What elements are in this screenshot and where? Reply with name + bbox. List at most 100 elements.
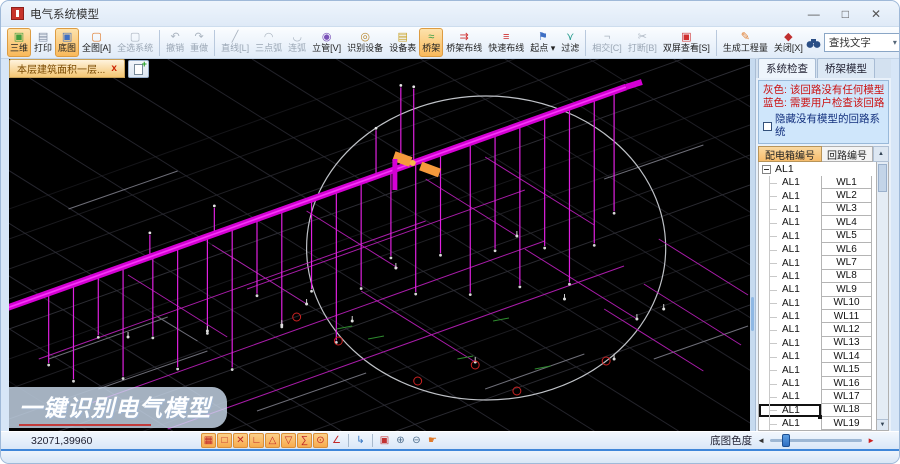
toolbar-button-start-point[interactable]: ⚑起点 ▾ bbox=[527, 28, 558, 57]
circuit-cell[interactable]: WL15 bbox=[821, 363, 872, 376]
circuit-cell[interactable]: WL12 bbox=[821, 323, 872, 336]
circuit-cell[interactable]: WL11 bbox=[821, 310, 872, 323]
table-scrollbar[interactable]: ▼ bbox=[876, 162, 888, 430]
circuit-cell[interactable]: WL6 bbox=[821, 243, 872, 256]
circuit-cell[interactable]: WL16 bbox=[821, 377, 872, 390]
checkbox-icon[interactable] bbox=[763, 122, 772, 131]
table-row[interactable]: AL1WL15 bbox=[759, 363, 876, 376]
box-cell[interactable]: AL1 bbox=[759, 270, 821, 283]
box-cell[interactable]: AL1 bbox=[759, 176, 821, 189]
center-snap-icon[interactable]: ⊙ bbox=[313, 433, 328, 448]
table-row[interactable]: AL1WL2 bbox=[759, 189, 876, 202]
table-row[interactable]: AL1WL8 bbox=[759, 270, 876, 283]
toolbar-button-identify-devices[interactable]: ◎识别设备 bbox=[344, 28, 386, 57]
maximize-button[interactable]: □ bbox=[842, 8, 849, 20]
ucs-arrow-icon[interactable]: ↳ bbox=[353, 433, 368, 448]
circuit-cell[interactable]: WL1 bbox=[821, 176, 872, 189]
box-cell[interactable]: AL1 bbox=[759, 203, 821, 216]
table-row[interactable]: AL1WL18 bbox=[759, 404, 876, 417]
table-row[interactable]: AL1WL11 bbox=[759, 310, 876, 323]
zoom-extents-icon[interactable]: ▣ bbox=[377, 433, 392, 448]
tab-close-icon[interactable]: x bbox=[111, 63, 117, 74]
box-cell[interactable]: AL1 bbox=[759, 230, 821, 243]
box-cell[interactable]: AL1 bbox=[759, 417, 821, 430]
angle-snap-icon[interactable]: ∠ bbox=[329, 433, 344, 448]
table-row[interactable]: AL1WL19 bbox=[759, 417, 876, 430]
box-cell[interactable]: AL1 bbox=[759, 350, 821, 363]
toolbar-button-riser[interactable]: ◉立管[V] bbox=[309, 28, 344, 57]
box-cell[interactable]: AL1 bbox=[759, 390, 821, 403]
slider-left-arrow[interactable]: ◄ bbox=[757, 436, 765, 445]
table-row[interactable]: AL1WL7 bbox=[759, 256, 876, 269]
toolbar-button-close-tool[interactable]: ◆关闭[X] bbox=[771, 28, 806, 57]
circuit-cell[interactable]: WL2 bbox=[821, 189, 872, 202]
toolbar-button-cable-tray[interactable]: ≈桥架 bbox=[419, 28, 443, 57]
circuit-cell[interactable]: WL4 bbox=[821, 216, 872, 229]
box-cell[interactable]: AL1 bbox=[759, 297, 821, 310]
box-cell[interactable]: AL1 bbox=[759, 363, 821, 376]
box-cell[interactable]: AL1 bbox=[759, 216, 821, 229]
table-row[interactable]: AL1WL5 bbox=[759, 230, 876, 243]
table-row[interactable]: AL1WL10 bbox=[759, 297, 876, 310]
table-row[interactable]: AL1WL12 bbox=[759, 323, 876, 336]
base-map-opacity-slider[interactable] bbox=[770, 439, 862, 442]
column-header-box[interactable]: 配电箱编号 bbox=[758, 146, 822, 162]
box-cell[interactable]: AL1 bbox=[759, 377, 821, 390]
triangle-snap-icon[interactable]: △ bbox=[265, 433, 280, 448]
table-row[interactable]: AL1WL6 bbox=[759, 243, 876, 256]
circuit-cell[interactable]: WL14 bbox=[821, 350, 872, 363]
tab-system-check[interactable]: 系统检查 bbox=[758, 58, 816, 78]
column-header-circuit[interactable]: 回路编号 bbox=[822, 146, 873, 162]
circuit-cell[interactable]: WL10 bbox=[821, 297, 872, 310]
box-cell[interactable]: AL1 bbox=[759, 310, 821, 323]
scroll-up-icon[interactable]: ▲ bbox=[873, 146, 889, 162]
table-row[interactable]: AL1WL16 bbox=[759, 377, 876, 390]
endpoint-snap-icon[interactable]: □ bbox=[217, 433, 232, 448]
pan-hand-icon[interactable]: ☛ bbox=[425, 433, 440, 448]
table-row[interactable]: AL1WL4 bbox=[759, 216, 876, 229]
toolbar-button-tray-routing[interactable]: ⇉桥架布线 bbox=[443, 28, 485, 57]
tab-tray-model[interactable]: 桥架模型 bbox=[817, 58, 875, 78]
slider-right-arrow[interactable]: ► bbox=[867, 436, 875, 445]
circuit-cell[interactable]: WL9 bbox=[821, 283, 872, 296]
box-cell[interactable]: AL1 bbox=[759, 243, 821, 256]
grid-snap-icon[interactable]: ▦ bbox=[201, 433, 216, 448]
circuit-cell[interactable]: WL5 bbox=[821, 230, 872, 243]
box-cell[interactable]: AL1 bbox=[759, 189, 821, 202]
box-cell[interactable]: AL1 bbox=[759, 323, 821, 336]
document-tab[interactable]: 本层建筑面积一层... x bbox=[9, 59, 125, 78]
table-row[interactable]: AL1WL9 bbox=[759, 283, 876, 296]
group-row[interactable]: AL1 bbox=[759, 162, 876, 176]
drawing-area[interactable]: 本层建筑面积一层... x bbox=[9, 59, 750, 431]
circuit-cell[interactable]: WL8 bbox=[821, 270, 872, 283]
table-row[interactable]: AL1WL3 bbox=[759, 203, 876, 216]
close-button[interactable]: ✕ bbox=[871, 8, 881, 20]
perpendicular-snap-icon[interactable]: ∟ bbox=[249, 433, 264, 448]
toolbar-button-filter[interactable]: ⋎过滤 bbox=[558, 28, 582, 57]
sum-snap-icon[interactable]: ∑ bbox=[297, 433, 312, 448]
circuit-cell[interactable]: WL18 bbox=[821, 404, 872, 417]
table-row[interactable]: AL1WL1 bbox=[759, 176, 876, 189]
circuit-cell[interactable]: WL3 bbox=[821, 203, 872, 216]
toolbar-button-dual-screen-view[interactable]: ▣双屏查看[S] bbox=[660, 28, 713, 57]
zoom-out-icon[interactable]: ⊖ bbox=[409, 433, 424, 448]
scroll-down-icon[interactable]: ▼ bbox=[877, 419, 888, 430]
model-svg[interactable] bbox=[9, 59, 750, 431]
zoom-in-icon[interactable]: ⊕ bbox=[393, 433, 408, 448]
toolbar-button-device-table[interactable]: ▤设备表 bbox=[386, 28, 419, 57]
toolbar-button-3d-view[interactable]: ▣三维 bbox=[7, 28, 31, 57]
box-cell[interactable]: AL1 bbox=[759, 256, 821, 269]
slider-thumb[interactable] bbox=[782, 434, 790, 447]
search-input[interactable]: 查找文字 ▾ bbox=[824, 33, 900, 52]
table-row[interactable]: AL1WL17 bbox=[759, 390, 876, 403]
toolbar-button-generate-quantities[interactable]: ✎生成工程量 bbox=[720, 28, 771, 57]
toolbar-button-print[interactable]: ▤打印 bbox=[31, 28, 55, 57]
toolbar-button-base-map[interactable]: ▣底图 bbox=[55, 28, 79, 57]
hide-empty-circuits-checkbox[interactable]: 隐藏没有模型的回路系统 bbox=[763, 113, 885, 139]
minimize-button[interactable]: — bbox=[808, 8, 820, 20]
new-tab-button[interactable] bbox=[128, 60, 149, 78]
collapse-icon[interactable] bbox=[762, 165, 771, 174]
toolbar-button-quick-routing[interactable]: ≡快速布线 bbox=[485, 28, 527, 57]
scrollbar-thumb[interactable] bbox=[878, 164, 887, 192]
intersection-snap-icon[interactable]: ✕ bbox=[233, 433, 248, 448]
